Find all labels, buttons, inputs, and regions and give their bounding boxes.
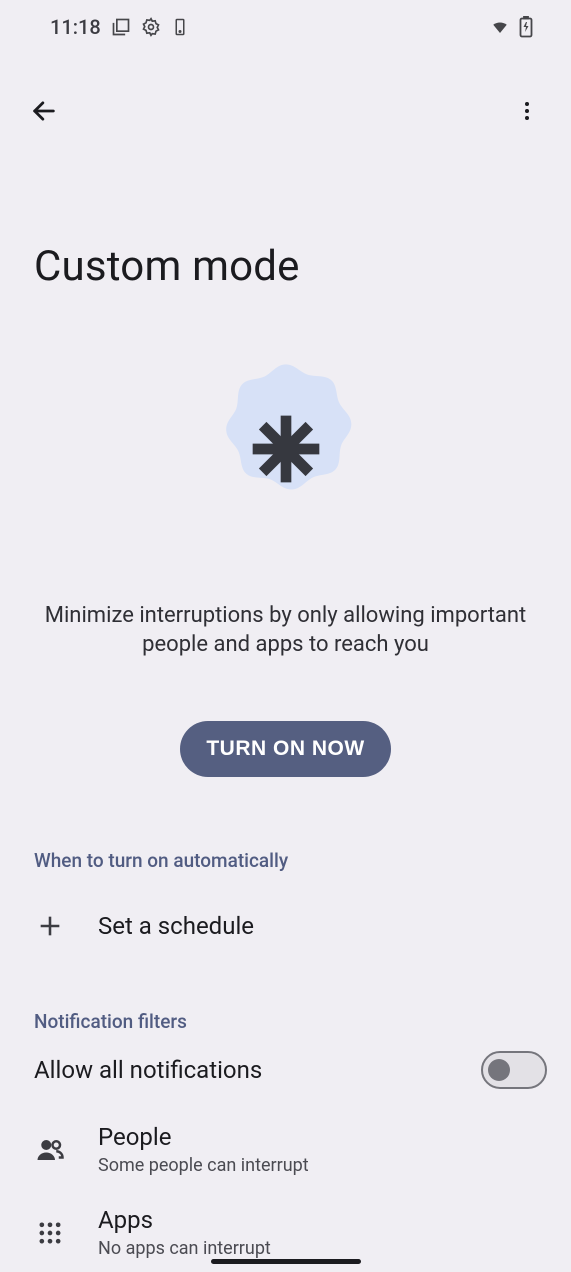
people-icon [34, 1135, 66, 1165]
plus-icon [34, 912, 66, 940]
status-time: 11:18 [50, 15, 101, 39]
arrow-left-icon [30, 97, 58, 125]
filters-section-header: Notification filters [0, 1010, 571, 1033]
status-bar: 11:18 [0, 0, 571, 54]
toggle-knob [488, 1059, 510, 1081]
back-button[interactable] [24, 91, 64, 131]
overflow-menu-button[interactable] [507, 91, 547, 131]
turn-on-now-button[interactable]: TURN ON NOW [180, 721, 390, 777]
allow-all-toggle[interactable] [481, 1051, 547, 1089]
people-row[interactable]: People Some people can interrupt [0, 1107, 571, 1192]
auto-section-header: When to turn on automatically [0, 849, 571, 872]
more-vert-icon [515, 99, 539, 123]
mode-badge [0, 357, 571, 541]
multiwindow-icon [111, 17, 131, 37]
page-title: Custom mode [0, 242, 571, 291]
apps-subtitle: No apps can interrupt [98, 1238, 537, 1259]
asterisk-icon [246, 409, 326, 489]
nav-handle[interactable] [211, 1259, 361, 1264]
gear-icon [141, 17, 161, 37]
apps-row[interactable]: Apps No apps can interrupt [0, 1192, 571, 1259]
apps-grid-icon [34, 1219, 66, 1247]
set-schedule-label: Set a schedule [98, 912, 537, 940]
people-subtitle: Some people can interrupt [98, 1155, 537, 1176]
set-schedule-row[interactable]: Set a schedule [0, 888, 571, 964]
mode-description: Minimize interruptions by only allowing … [0, 601, 571, 659]
allow-all-row[interactable]: Allow all notifications [0, 1033, 571, 1107]
people-title: People [98, 1123, 537, 1151]
wifi-icon [489, 18, 511, 36]
allow-all-label: Allow all notifications [34, 1056, 449, 1084]
apps-title: Apps [98, 1206, 537, 1234]
toolbar [0, 54, 571, 132]
battery-charging-icon [519, 16, 533, 38]
device-icon [171, 17, 189, 37]
